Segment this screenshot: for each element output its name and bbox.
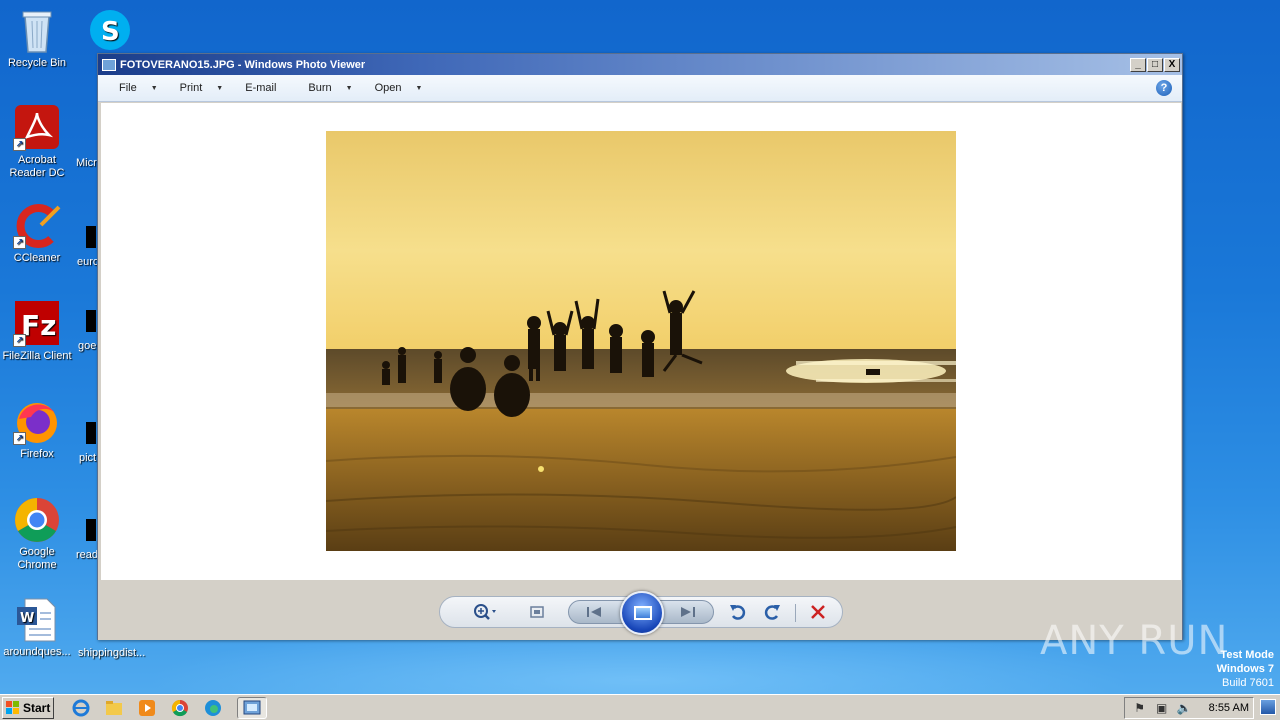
svg-text:W: W [20,611,34,626]
rotate-clockwise-button[interactable] [760,597,784,638]
zoom-icon [474,604,496,620]
command-bar: File ▼ Print ▼ E-mail Burn ▼ Open ▼ ? [98,75,1182,102]
desktop-icon-label: Firefox [20,448,54,460]
hidden-icon [86,519,96,541]
desktop-icon-acrobat[interactable]: ↗ Acrobat Reader DC [0,105,74,180]
help-icon[interactable]: ? [1156,80,1172,96]
slideshow-icon [634,606,652,620]
word-document-icon: W [13,597,61,643]
chrome-icon [13,497,61,543]
rotate-right-icon [764,605,780,620]
photo-viewer-icon [243,700,261,714]
delete-icon [811,605,825,619]
desktop-icon-recycle-bin[interactable]: Recycle Bin [0,8,74,70]
photo-viewer-window: FOTOVERANO15.JPG - Windows Photo Viewer … [97,53,1183,640]
menu-email[interactable]: E-mail [245,82,276,94]
menu-open[interactable]: Open ▼ [375,82,423,94]
system-tray: ⚑ ▣ 🔈 8:55 AM [1123,696,1254,719]
fit-window-icon [530,606,544,618]
hidden-icon [86,422,96,444]
svg-text:Fz: Fz [21,309,56,342]
shortcut-arrow-icon: ↗ [13,138,26,151]
zoom-button[interactable] [466,597,502,638]
media-player-icon[interactable] [138,699,156,717]
firefox-icon: ↗ [13,399,61,445]
ccleaner-icon: ↗ [13,203,61,249]
shortcut-arrow-icon: ↗ [13,334,26,347]
window-title: FOTOVERANO15.JPG - Windows Photo Viewer [120,58,366,71]
skype-icon: S [86,8,130,54]
chrome-taskbar-icon[interactable] [171,699,189,717]
chevron-down-icon: ▼ [216,84,224,92]
desktop-icon-word-doc[interactable]: W aroundques... [0,597,74,659]
start-button[interactable]: Start [2,696,54,719]
windows-test-mode-label: Test Mode Windows 7 Build 7601 [1216,649,1274,689]
previous-icon [587,607,601,617]
desktop-icon-firefox[interactable]: ↗ Firefox [0,399,74,461]
taskbar: Start ⚑ ▣ 🔈 8:55 AM [0,694,1280,720]
edge-icon[interactable] [204,699,222,717]
internet-explorer-icon[interactable] [72,699,90,717]
next-icon [681,607,695,617]
controls-pill [439,591,843,635]
hidden-icon [86,310,96,332]
acrobat-icon: ↗ [13,105,61,151]
filezilla-icon: Fz ↗ [13,301,61,347]
photo-viewer-taskbar-button[interactable] [237,696,267,719]
desktop-icon-label: CCleaner [13,252,61,264]
action-center-flag-icon[interactable]: ⚑ [1133,701,1147,715]
desktop-icon-partial-shipping[interactable]: shippingdist... [78,647,145,659]
desktop-icon-skype[interactable]: S [78,8,138,57]
desktop-icon-label: Recycle Bin [7,57,67,69]
shortcut-arrow-icon: ↗ [13,432,26,445]
chevron-down-icon: ▼ [345,84,353,92]
menu-burn[interactable]: Burn ▼ [308,82,352,94]
recycle-bin-icon [13,8,61,54]
desktop-icon-label: Acrobat Reader DC [9,154,65,179]
image-viewer-pane [101,103,1181,580]
svg-text:S: S [101,17,120,47]
desktop-icon-label: aroundques... [3,646,71,658]
file-explorer-icon[interactable] [105,699,123,717]
window-titlebar[interactable]: FOTOVERANO15.JPG - Windows Photo Viewer … [98,54,1182,75]
anyrun-watermark: ANY RUN [1040,618,1229,664]
rotate-counterclockwise-button[interactable] [726,597,750,638]
hidden-icon [86,226,96,248]
network-icon[interactable]: ▣ [1155,701,1169,715]
actual-size-button[interactable] [524,597,550,638]
show-desktop-button[interactable] [1260,699,1276,715]
windows-flag-icon [6,700,20,715]
delete-button[interactable] [806,597,830,638]
previous-button[interactable] [583,597,605,638]
taskbar-clock[interactable]: 8:55 AM [1209,702,1249,714]
volume-icon[interactable]: 🔈 [1177,701,1192,715]
menu-file[interactable]: File ▼ [119,82,158,94]
minimize-button[interactable]: _ [1130,57,1146,72]
close-button[interactable]: X [1164,57,1180,72]
maximize-button[interactable]: □ [1147,57,1163,72]
desktop-icon-label: Google Chrome [17,546,57,571]
rotate-left-icon [730,605,746,620]
viewer-controls-bar [98,580,1182,640]
chevron-down-icon: ▼ [150,84,158,92]
desktop-icon-ccleaner[interactable]: ↗ CCleaner [0,203,74,265]
shortcut-arrow-icon: ↗ [13,236,26,249]
desktop-icon-chrome[interactable]: Google Chrome [0,497,74,572]
desktop-icon-label: FileZilla Client [2,350,72,362]
desktop-icon-partial-micr[interactable]: Micr [76,157,97,169]
slideshow-button[interactable] [620,591,664,635]
menu-print[interactable]: Print ▼ [180,82,224,94]
displayed-photo [326,131,956,551]
desktop-icon-filezilla[interactable]: Fz ↗ FileZilla Client [0,301,74,363]
chevron-down-icon: ▼ [415,84,423,92]
controls-separator [795,604,796,622]
next-button[interactable] [677,597,699,638]
photo-viewer-app-icon [102,58,116,71]
